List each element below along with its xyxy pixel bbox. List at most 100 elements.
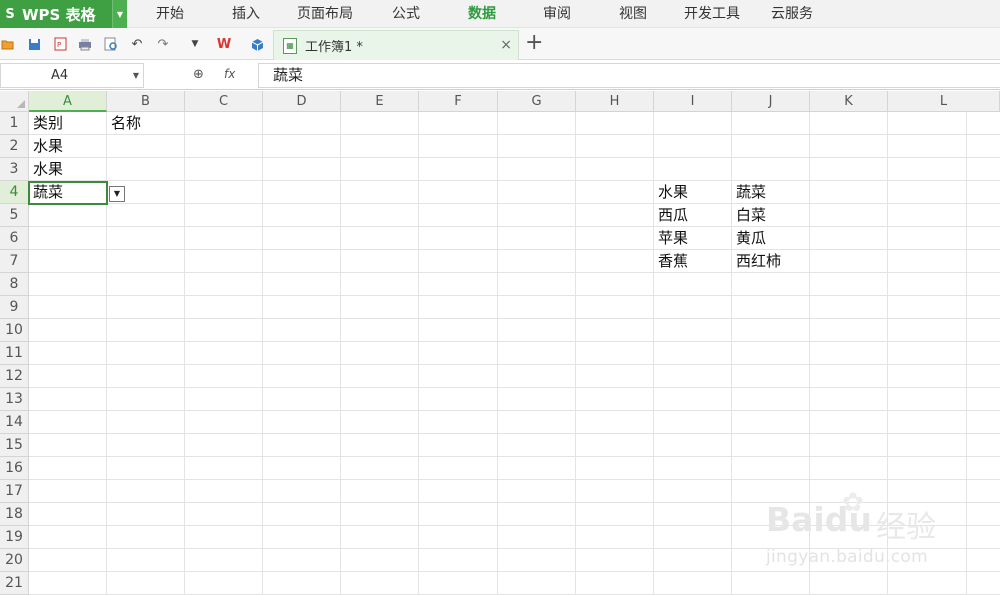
new-tab-button[interactable]: + — [525, 32, 543, 54]
row-header-14[interactable]: 14 — [0, 411, 29, 434]
row-header-10[interactable]: 10 — [0, 319, 29, 342]
save-icon[interactable] — [26, 36, 42, 52]
gridline-horizontal — [29, 456, 1000, 457]
column-header-f[interactable]: F — [419, 91, 498, 112]
gridline-vertical — [184, 112, 185, 595]
workbook-tab[interactable]: ▦ 工作簿1 * × — [273, 30, 519, 60]
column-header-g[interactable]: G — [498, 91, 576, 112]
row-header-7[interactable]: 7 — [0, 250, 29, 273]
app-menu-arrow-icon[interactable]: ▼ — [112, 0, 127, 28]
gridline-horizontal — [29, 571, 1000, 572]
cell-a3[interactable]: 水果 — [29, 158, 63, 181]
cell-a1[interactable]: 类别 — [29, 112, 63, 135]
export-pdf-icon[interactable]: P — [52, 36, 68, 52]
app-menu-button[interactable]: S WPS 表格 ▼ — [0, 0, 127, 28]
column-header-a[interactable]: A — [29, 91, 107, 112]
select-all-button[interactable] — [0, 91, 29, 112]
row-header-20[interactable]: 20 — [0, 549, 29, 572]
cube-icon[interactable] — [249, 36, 265, 52]
row-header-18[interactable]: 18 — [0, 503, 29, 526]
column-header-e[interactable]: E — [341, 91, 419, 112]
formula-bar: A4 ▼ ⊕ fx 蔬菜 — [0, 61, 1000, 90]
row-header-3[interactable]: 3 — [0, 158, 29, 181]
row-header-8[interactable]: 8 — [0, 273, 29, 296]
app-title: WPS 表格 — [22, 5, 96, 24]
spreadsheet-icon: ▦ — [283, 37, 297, 54]
cell-j4[interactable]: 蔬菜 — [732, 181, 766, 204]
column-header-h[interactable]: H — [576, 91, 654, 112]
menu-formula[interactable]: 公式 — [392, 0, 420, 28]
row-header-15[interactable]: 15 — [0, 434, 29, 457]
dropdown-icon[interactable]: ▼ — [187, 36, 203, 52]
watermark-logo: Baidu — [766, 500, 872, 539]
row-header-19[interactable]: 19 — [0, 526, 29, 549]
cell-b1[interactable]: 名称 — [107, 112, 141, 135]
gridline-horizontal — [29, 272, 1000, 273]
menu-bar: S WPS 表格 ▼ 开始 插入 页面布局 公式 数据 审阅 视图 开发工具 云… — [0, 0, 1000, 28]
gridline-horizontal — [29, 295, 1000, 296]
row-header-21[interactable]: 21 — [0, 572, 29, 595]
active-cell-a4[interactable] — [28, 181, 108, 205]
insert-function-icon[interactable]: fx — [224, 67, 235, 81]
menu-cloud[interactable]: 云服务 — [771, 0, 813, 28]
gridline-horizontal — [29, 180, 1000, 181]
gridline-horizontal — [29, 249, 1000, 250]
cell-i6[interactable]: 苹果 — [654, 227, 688, 250]
row-header-6[interactable]: 6 — [0, 227, 29, 250]
name-box[interactable]: A4 ▼ — [0, 63, 144, 88]
watermark-cn: 经验 — [876, 510, 936, 545]
close-tab-icon[interactable]: × — [500, 37, 512, 53]
menu-review[interactable]: 审阅 — [543, 0, 571, 28]
zoom-icon[interactable]: ⊕ — [193, 67, 204, 82]
menu-data[interactable]: 数据 — [468, 0, 496, 28]
row-header-12[interactable]: 12 — [0, 365, 29, 388]
column-header-i[interactable]: I — [654, 91, 732, 112]
gridline-horizontal — [29, 134, 1000, 135]
cell-i4[interactable]: 水果 — [654, 181, 688, 204]
row-header-2[interactable]: 2 — [0, 135, 29, 158]
gridline-horizontal — [29, 157, 1000, 158]
column-header-l[interactable]: L — [888, 91, 1000, 112]
cell-i5[interactable]: 西瓜 — [654, 204, 688, 227]
redo-icon[interactable]: ↷ — [155, 36, 171, 52]
row-header-11[interactable]: 11 — [0, 342, 29, 365]
cell-i7[interactable]: 香蕉 — [654, 250, 688, 273]
row-header-5[interactable]: 5 — [0, 204, 29, 227]
formula-input[interactable]: 蔬菜 — [258, 63, 1000, 88]
gridline-horizontal — [29, 203, 1000, 204]
gridline-vertical — [966, 112, 967, 595]
row-header-1[interactable]: 1 — [0, 112, 29, 135]
menu-page-layout[interactable]: 页面布局 — [297, 0, 353, 28]
cell-j7[interactable]: 西红柿 — [732, 250, 781, 273]
gridline-vertical — [418, 112, 419, 595]
row-header-16[interactable]: 16 — [0, 457, 29, 480]
menu-view[interactable]: 视图 — [619, 0, 647, 28]
row-header-17[interactable]: 17 — [0, 480, 29, 503]
validation-dropdown-icon[interactable]: ▼ — [109, 186, 125, 202]
gridline-horizontal — [29, 226, 1000, 227]
gridline-horizontal — [29, 433, 1000, 434]
wps-icon[interactable]: W — [216, 36, 232, 52]
column-header-c[interactable]: C — [185, 91, 263, 112]
cell-j6[interactable]: 黄瓜 — [732, 227, 766, 250]
menu-insert[interactable]: 插入 — [232, 0, 260, 28]
row-header-4[interactable]: 4 — [0, 181, 29, 204]
column-header-d[interactable]: D — [263, 91, 341, 112]
cell-j5[interactable]: 白菜 — [732, 204, 766, 227]
undo-icon[interactable]: ↶ — [129, 36, 145, 52]
column-header-k[interactable]: K — [810, 91, 888, 112]
print-preview-icon[interactable] — [103, 36, 119, 52]
menu-developer[interactable]: 开发工具 — [684, 0, 740, 28]
open-icon[interactable] — [0, 36, 16, 52]
gridline-vertical — [340, 112, 341, 595]
menu-start[interactable]: 开始 — [156, 0, 184, 28]
row-header-13[interactable]: 13 — [0, 388, 29, 411]
cell-a2[interactable]: 水果 — [29, 135, 63, 158]
column-header-j[interactable]: J — [732, 91, 810, 112]
column-header-b[interactable]: B — [107, 91, 185, 112]
row-header-9[interactable]: 9 — [0, 296, 29, 319]
name-box-value: A4 — [51, 68, 69, 83]
print-icon[interactable] — [77, 36, 93, 52]
name-box-dropdown-icon[interactable]: ▼ — [133, 64, 139, 87]
gridline-horizontal — [29, 479, 1000, 480]
